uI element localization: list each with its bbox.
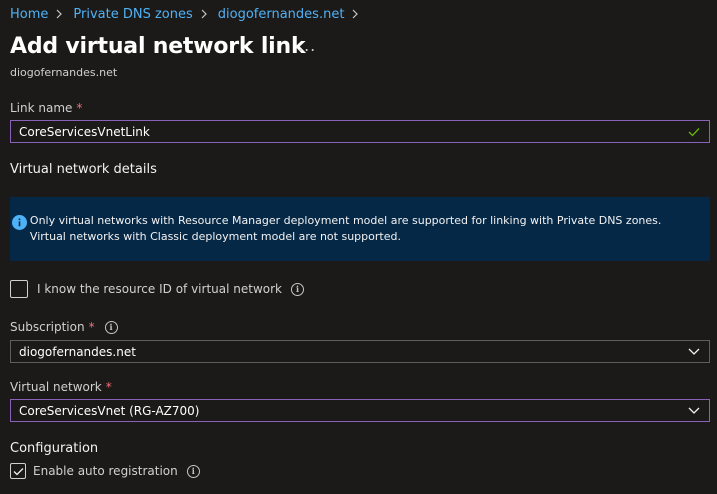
required-marker: *: [76, 101, 83, 115]
resource-id-checkbox[interactable]: [10, 280, 28, 298]
page-subtitle: diogofernandes.net: [10, 66, 118, 79]
subscription-label: Subscription * i: [10, 320, 118, 334]
info-icon[interactable]: i: [291, 282, 304, 296]
subscription-value: diogofernandes.net: [19, 344, 136, 359]
link-name-label-text: Link name: [10, 101, 73, 115]
info-banner: Only virtual networks with Resource Mana…: [10, 197, 710, 261]
subscription-dropdown[interactable]: diogofernandes.net: [10, 340, 710, 363]
resource-id-option: I know the resource ID of virtual networ…: [10, 280, 304, 298]
auto-registration-label: Enable auto registration: [33, 464, 178, 478]
chevron-right-icon: [352, 8, 359, 22]
link-name-label: Link name *: [10, 101, 82, 115]
required-marker: *: [105, 380, 112, 394]
link-name-input[interactable]: CoreServicesVnetLink: [10, 120, 710, 143]
virtual-network-label-text: Virtual network: [10, 380, 102, 394]
link-name-value: CoreServicesVnetLink: [19, 124, 150, 139]
breadcrumb-home-link[interactable]: Home: [10, 7, 48, 22]
required-marker: *: [88, 320, 95, 334]
breadcrumb-private-dns-zones-link[interactable]: Private DNS zones: [73, 7, 192, 22]
checkmark-icon: [13, 467, 23, 475]
chevron-right-icon: [56, 8, 63, 22]
auto-registration-option: Enable auto registration i: [10, 463, 200, 479]
more-options-button[interactable]: ...: [298, 36, 316, 55]
page-title: Add virtual network link: [10, 34, 306, 59]
chevron-down-icon: [679, 348, 709, 355]
checkmark-icon: [679, 127, 709, 137]
info-icon[interactable]: i: [104, 320, 118, 334]
virtual-network-label: Virtual network *: [10, 380, 112, 394]
resource-id-checkbox-label: I know the resource ID of virtual networ…: [37, 282, 282, 296]
chevron-right-icon: [201, 8, 208, 22]
virtual-network-value: CoreServicesVnet (RG-AZ700): [19, 403, 200, 418]
info-icon: [10, 197, 30, 261]
auto-registration-checkbox[interactable]: [10, 463, 26, 479]
info-icon[interactable]: i: [186, 464, 200, 478]
chevron-down-icon: [679, 407, 709, 414]
info-banner-text: Only virtual networks with Resource Mana…: [29, 214, 662, 243]
breadcrumb: Home Private DNS zones diogofernandes.ne…: [10, 7, 369, 22]
virtual-network-dropdown[interactable]: CoreServicesVnet (RG-AZ700): [10, 399, 710, 422]
virtual-network-details-heading: Virtual network details: [10, 162, 157, 177]
configuration-heading: Configuration: [10, 441, 99, 456]
subscription-label-text: Subscription: [10, 320, 85, 334]
breadcrumb-zone-link[interactable]: diogofernandes.net: [218, 7, 345, 22]
